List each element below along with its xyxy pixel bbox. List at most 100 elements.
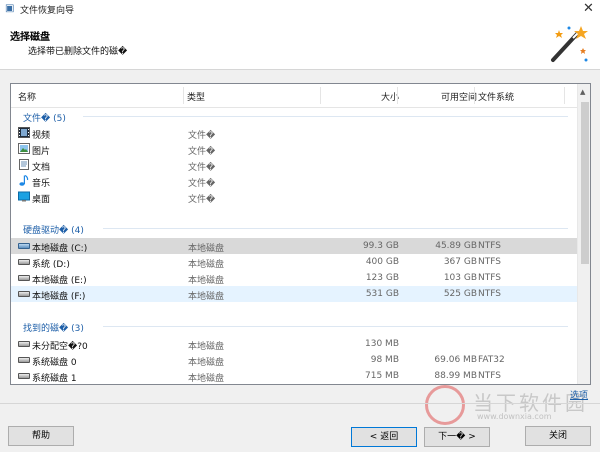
column-header: 名称 类型 大小 可用空间 文件系统 bbox=[11, 84, 577, 108]
column-divider[interactable] bbox=[474, 87, 475, 104]
drive-icon bbox=[18, 357, 30, 363]
item-name: 图片 bbox=[32, 147, 51, 157]
item-type: 本地磁盘 bbox=[188, 342, 225, 352]
app-icon: ▣ bbox=[5, 3, 15, 14]
vertical-scrollbar[interactable]: ▲ bbox=[577, 84, 590, 384]
item-type: 文件� bbox=[188, 163, 216, 173]
item-free-space: 525 GB bbox=[443, 289, 477, 299]
item-type: 本地磁盘 bbox=[188, 260, 225, 270]
item-name: 本地磁盘 (F:) bbox=[32, 292, 86, 302]
item-type: 文件� bbox=[188, 147, 216, 157]
video-icon bbox=[18, 127, 30, 138]
page-title: 选择磁盘 bbox=[10, 32, 50, 43]
column-file-system[interactable]: 文件系统 bbox=[478, 90, 514, 103]
column-divider[interactable] bbox=[183, 87, 184, 104]
drive-icon bbox=[18, 373, 30, 379]
list-item-drive-e[interactable]: 本地磁盘 (E:) 本地磁盘 123 GB 103 GB NTFS bbox=[11, 270, 577, 286]
item-free-space: 103 GB bbox=[443, 273, 477, 283]
list-item-pictures[interactable]: 图片 文件� bbox=[11, 141, 577, 157]
back-button[interactable]: < 返回 bbox=[351, 427, 417, 447]
title-bar: ▣ 文件恢复向导 ✕ bbox=[0, 0, 600, 19]
item-size: 99.3 GB bbox=[362, 241, 399, 251]
item-free-space: 88.99 MB bbox=[434, 371, 477, 381]
item-type: 本地磁盘 bbox=[188, 244, 225, 254]
item-free-space: 69.06 MB bbox=[434, 355, 477, 365]
item-size: 123 GB bbox=[365, 273, 399, 283]
item-free-space: 367 GB bbox=[443, 257, 477, 267]
item-name: 系统 (D:) bbox=[32, 260, 70, 270]
picture-icon bbox=[18, 143, 30, 154]
footer-divider bbox=[0, 403, 600, 404]
window-title: 文件恢复向导 bbox=[20, 6, 75, 16]
item-type: 本地磁盘 bbox=[188, 292, 225, 302]
scroll-up-arrow-icon[interactable]: ▲ bbox=[580, 88, 585, 96]
group-header-files[interactable]: 文件� (5) bbox=[23, 111, 66, 124]
options-link[interactable]: 选项 bbox=[570, 388, 588, 401]
item-name: 本地磁盘 (C:) bbox=[32, 244, 88, 254]
item-type: 文件� bbox=[188, 195, 216, 205]
list-item-drive-f[interactable]: 本地磁盘 (F:) 本地磁盘 531 GB 525 GB NTFS bbox=[11, 286, 577, 302]
item-type: 本地磁盘 bbox=[188, 374, 225, 384]
list-item-video[interactable]: 视频 文件� bbox=[11, 125, 577, 141]
group-header-found-disks[interactable]: 找到的磁� (3) bbox=[23, 321, 84, 334]
drive-icon bbox=[18, 275, 30, 281]
window-close-button[interactable]: ✕ bbox=[577, 0, 600, 19]
group-divider bbox=[83, 116, 568, 117]
column-type[interactable]: 类型 bbox=[187, 90, 205, 103]
watermark-url: www.downxia.com bbox=[477, 412, 552, 421]
wizard-header: 选择磁盘 选择带已删除文件的磁� bbox=[0, 19, 600, 70]
item-name: 音乐 bbox=[32, 179, 51, 189]
list-item-drive-c[interactable]: 本地磁盘 (C:) 本地磁盘 99.3 GB 45.89 GB NTFS bbox=[11, 238, 577, 254]
item-file-system: NTFS bbox=[478, 289, 501, 299]
list-item-system-disk-0[interactable]: 系统磁盘 0 本地磁盘 98 MB 69.06 MB FAT32 bbox=[11, 352, 577, 368]
item-file-system: NTFS bbox=[478, 371, 501, 381]
item-size: 715 MB bbox=[365, 371, 399, 381]
item-name: 视频 bbox=[32, 131, 51, 141]
next-button[interactable]: 下一� > bbox=[424, 427, 490, 447]
item-name: 系统磁盘 0 bbox=[32, 358, 77, 368]
close-button[interactable]: 关闭 bbox=[525, 426, 591, 446]
help-button[interactable]: 帮助 bbox=[8, 426, 74, 446]
item-type: 本地磁盘 bbox=[188, 276, 225, 286]
list-item-documents[interactable]: 文档 文件� bbox=[11, 157, 577, 173]
item-name: 系统磁盘 1 bbox=[32, 374, 77, 384]
list-item-desktop[interactable]: 桌面 文件� bbox=[11, 189, 577, 205]
drive-icon bbox=[18, 341, 30, 347]
system-drive-icon bbox=[18, 243, 30, 249]
magic-wand-icon bbox=[551, 26, 588, 62]
group-header-drives[interactable]: 硬盘驱动� (4) bbox=[23, 223, 84, 236]
document-icon bbox=[19, 159, 29, 170]
disk-list[interactable]: 名称 类型 大小 可用空间 文件系统 文件� (5) 视频 文件� 图片 文件�… bbox=[10, 83, 591, 385]
item-type: 文件� bbox=[188, 179, 216, 189]
item-size: 98 MB bbox=[370, 355, 399, 365]
desktop-icon bbox=[18, 191, 30, 202]
page-subtitle: 选择带已删除文件的磁� bbox=[28, 47, 128, 57]
item-size: 130 MB bbox=[365, 339, 399, 349]
column-divider[interactable] bbox=[397, 87, 398, 104]
item-file-system: NTFS bbox=[478, 273, 501, 283]
column-divider[interactable] bbox=[320, 87, 321, 104]
column-name[interactable]: 名称 bbox=[18, 90, 36, 103]
group-divider bbox=[103, 326, 568, 327]
music-icon bbox=[19, 175, 29, 186]
column-divider[interactable] bbox=[564, 87, 565, 104]
scrollbar-thumb[interactable] bbox=[581, 102, 589, 264]
item-free-space: 45.89 GB bbox=[435, 241, 477, 251]
drive-icon bbox=[18, 291, 30, 297]
group-divider bbox=[103, 228, 568, 229]
list-item-system-disk-1[interactable]: 系统磁盘 1 本地磁盘 715 MB 88.99 MB NTFS bbox=[11, 368, 577, 384]
item-size: 400 GB bbox=[365, 257, 399, 267]
item-name: 本地磁盘 (E:) bbox=[32, 276, 87, 286]
item-name: 未分配空�?0 bbox=[32, 342, 88, 352]
item-file-system: NTFS bbox=[478, 257, 501, 267]
column-free-space[interactable]: 可用空间 bbox=[441, 90, 477, 103]
item-name: 桌面 bbox=[32, 195, 51, 205]
list-item-drive-d[interactable]: 系统 (D:) 本地磁盘 400 GB 367 GB NTFS bbox=[11, 254, 577, 270]
list-item-unallocated[interactable]: 未分配空�?0 本地磁盘 130 MB bbox=[11, 336, 577, 352]
item-type: 本地磁盘 bbox=[188, 358, 225, 368]
list-item-music[interactable]: 音乐 文件� bbox=[11, 173, 577, 189]
item-size: 531 GB bbox=[365, 289, 399, 299]
item-file-system: NTFS bbox=[478, 241, 501, 251]
drive-icon bbox=[18, 259, 30, 265]
item-file-system: FAT32 bbox=[478, 355, 505, 365]
